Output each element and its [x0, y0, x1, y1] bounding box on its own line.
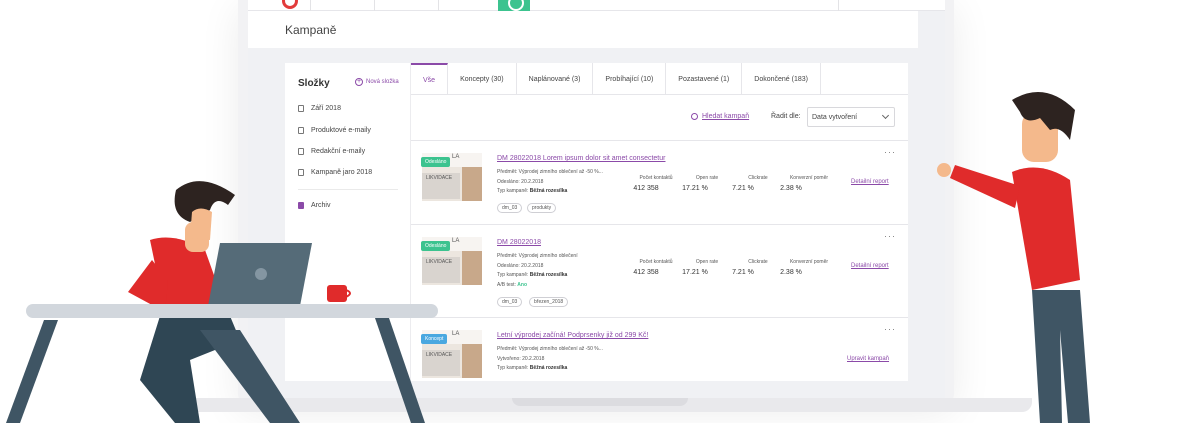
left-person-head [190, 208, 212, 240]
desk-leg [375, 318, 425, 423]
desk-leg [6, 320, 58, 423]
desk-top [26, 304, 438, 318]
marketing-illustration: Kampaně Složky + Nová složka Září 2018 P… [0, 0, 1200, 423]
right-person-legs [1032, 290, 1090, 423]
mug-icon [327, 285, 347, 302]
people-illustration [6, 92, 1090, 423]
left-person-chair [200, 330, 300, 423]
right-person-hand [937, 163, 951, 177]
right-person-shirt [1012, 167, 1080, 290]
apple-logo-icon [255, 268, 267, 280]
right-person-arm [950, 165, 1020, 208]
